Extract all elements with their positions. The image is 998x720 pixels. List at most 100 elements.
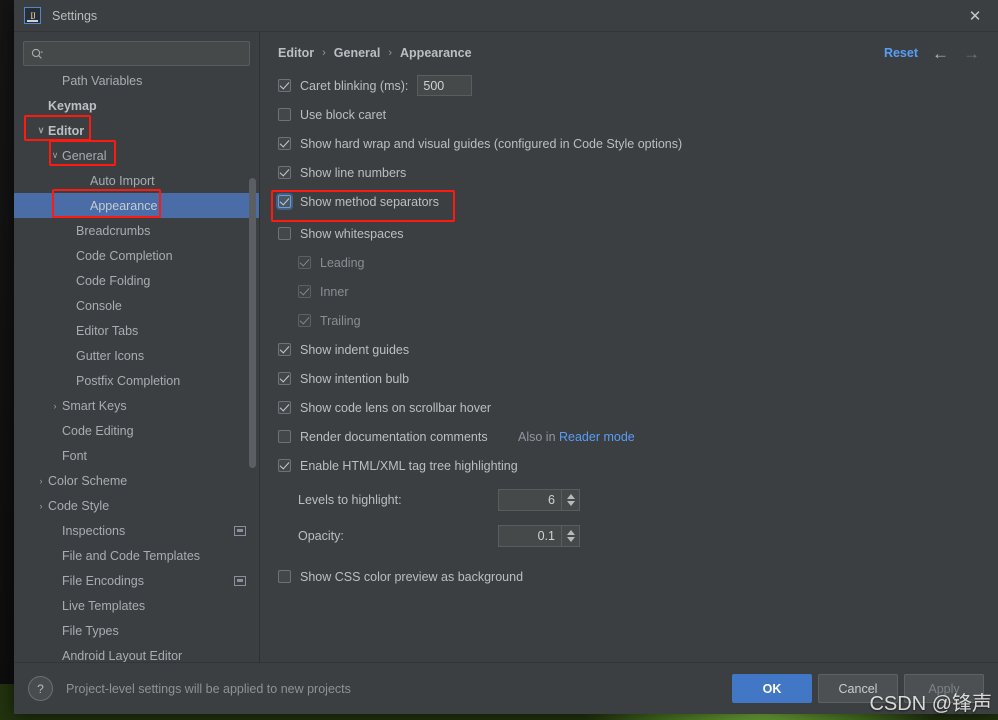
dialog-title: Settings	[52, 8, 98, 23]
settings-tree-scroll: Path Variables Keymap ∨ Editor ∨ General Auto …	[14, 68, 259, 662]
stepper-up-icon[interactable]	[566, 494, 575, 499]
question-mark-icon[interactable]: ?	[28, 676, 53, 701]
levels-to-highlight-spinner[interactable]	[498, 489, 580, 511]
sidebar-item-smart-keys[interactable]: › Smart Keys	[14, 393, 259, 418]
sidebar-item-label: Code Style	[48, 498, 110, 513]
option-row-show-line-numbers: Show line numbers	[278, 161, 980, 184]
ok-button[interactable]: OK	[732, 674, 812, 703]
sidebar-item-code-folding[interactable]: Code Folding	[14, 268, 259, 293]
stepper-up-icon[interactable]	[566, 530, 575, 535]
cancel-button[interactable]: Cancel	[818, 674, 898, 703]
sidebar-item-auto-import[interactable]: Auto Import	[14, 168, 259, 193]
checkbox-show-indent-guides[interactable]	[278, 343, 291, 356]
search-input[interactable]	[43, 45, 243, 62]
option-label-enable-tag-tree-highlighting: Enable HTML/XML tag tree highlighting	[300, 458, 518, 473]
search-box[interactable]	[23, 41, 250, 66]
chevron-right-icon[interactable]: ›	[34, 501, 48, 511]
chevron-right-icon[interactable]: ›	[48, 401, 62, 411]
sidebar-item-label: Breadcrumbs	[76, 223, 151, 238]
reset-button[interactable]: Reset	[884, 46, 918, 60]
option-row-trailing: Trailing	[278, 309, 980, 332]
breadcrumb-separator: ›	[388, 47, 393, 59]
sidebar-scrollbar[interactable]	[249, 178, 256, 468]
checkbox-render-doc-comments[interactable]	[278, 430, 291, 443]
sidebar-item-postfix-completion[interactable]: Postfix Completion	[14, 368, 259, 393]
sidebar-item-inspections[interactable]: Inspections	[14, 518, 259, 543]
sidebar-item-breadcrumbs[interactable]: Breadcrumbs	[14, 218, 259, 243]
desktop-left-edge	[0, 0, 14, 720]
sidebar-item-keymap[interactable]: Keymap	[14, 93, 259, 118]
spinner-row-levels-to-highlight: Levels to highlight:	[278, 487, 980, 513]
sidebar-item-console[interactable]: Console	[14, 293, 259, 318]
sidebar-item-code-completion[interactable]: Code Completion	[14, 243, 259, 268]
levels-to-highlight-stepper[interactable]	[561, 490, 579, 510]
option-label-leading: Leading	[320, 255, 365, 270]
sidebar-item-editor-tabs[interactable]: Editor Tabs	[14, 318, 259, 343]
sidebar-item-file-and-code-templates[interactable]: File and Code Templates	[14, 543, 259, 568]
sidebar-item-label: Keymap	[48, 98, 97, 113]
chevron-down-icon[interactable]: ∨	[34, 125, 48, 136]
arrow-left-icon[interactable]: ←	[932, 45, 949, 62]
checkbox-show-line-numbers[interactable]	[278, 166, 291, 179]
sidebar-item-label: Smart Keys	[62, 398, 127, 413]
sidebar-item-label: Gutter Icons	[76, 348, 145, 363]
sidebar-item-code-editing[interactable]: Code Editing	[14, 418, 259, 443]
breadcrumb-separator: ›	[322, 47, 326, 59]
sidebar-item-editor[interactable]: ∨ Editor	[14, 118, 259, 143]
sidebar-item-font[interactable]: Font	[14, 443, 259, 468]
levels-to-highlight-input[interactable]	[499, 490, 561, 510]
sidebar-item-label: Auto Import	[90, 173, 155, 188]
sidebar-item-label: Code Editing	[62, 423, 134, 438]
settings-content-pane: Editor › General › Appearance Reset ← → …	[260, 32, 998, 662]
sidebar-item-gutter-icons[interactable]: Gutter Icons	[14, 343, 259, 368]
caret-blinking-input[interactable]	[417, 75, 473, 96]
close-icon[interactable]: ✕	[952, 0, 998, 31]
sidebar-item-path-variables[interactable]: Path Variables	[14, 68, 259, 93]
checkbox-show-css-color-preview[interactable]	[278, 570, 291, 583]
checkbox-show-code-lens[interactable]	[278, 401, 291, 414]
sidebar-item-file-encodings[interactable]: File Encodings	[14, 568, 259, 593]
option-label-trailing: Trailing	[320, 313, 361, 328]
sidebar-item-appearance[interactable]: Appearance	[14, 193, 259, 218]
chevron-down-icon[interactable]: ∨	[48, 150, 62, 161]
sidebar-item-code-style[interactable]: › Code Style	[14, 493, 259, 518]
opacity-spinner[interactable]	[498, 525, 580, 547]
option-row-inner: Inner	[278, 280, 980, 303]
option-label-show-whitespaces: Show whitespaces	[300, 226, 404, 241]
checkbox-use-block-caret[interactable]	[278, 108, 291, 121]
reader-mode-link[interactable]: Reader mode	[559, 430, 635, 444]
checkbox-caret-blinking[interactable]	[278, 79, 291, 92]
sidebar-item-color-scheme[interactable]: › Color Scheme	[14, 468, 259, 493]
sidebar-item-live-templates[interactable]: Live Templates	[14, 593, 259, 618]
checkbox-show-hard-wrap[interactable]	[278, 137, 291, 150]
dialog-titlebar: IJ Settings ✕	[14, 0, 998, 31]
opacity-stepper[interactable]	[561, 526, 579, 546]
option-label-caret-blinking: Caret blinking (ms):	[300, 78, 409, 93]
option-label-render-doc-comments: Render documentation comments	[300, 429, 488, 444]
checkbox-show-method-separators[interactable]	[278, 195, 291, 208]
sidebar-item-general[interactable]: ∨ General	[14, 143, 259, 168]
stepper-down-icon[interactable]	[566, 501, 575, 506]
dialog-body: Path Variables Keymap ∨ Editor ∨ General Auto …	[14, 31, 998, 662]
checkbox-show-whitespaces[interactable]	[278, 227, 291, 240]
option-label-show-css-color-preview: Show CSS color preview as background	[300, 569, 524, 584]
settings-dialog: IJ Settings ✕ Path Variables Keymap ∨ Ed…	[14, 0, 998, 714]
sidebar-item-label: File Encodings	[62, 573, 144, 588]
stepper-down-icon[interactable]	[566, 537, 575, 542]
project-level-badge-icon	[234, 575, 246, 586]
sidebar-item-android-layout-editor[interactable]: Android Layout Editor	[14, 643, 259, 663]
project-level-badge-icon	[234, 525, 246, 536]
chevron-right-icon[interactable]: ›	[34, 476, 48, 486]
reader-mode-hint-prefix: Also in	[518, 429, 559, 444]
sidebar-item-file-types[interactable]: File Types	[14, 618, 259, 643]
option-row-enable-tag-tree-highlighting: Enable HTML/XML tag tree highlighting	[278, 454, 980, 477]
checkbox-enable-tag-tree-highlighting[interactable]	[278, 459, 291, 472]
search-container	[14, 32, 259, 68]
option-label-inner: Inner	[320, 284, 349, 299]
opacity-input[interactable]	[499, 526, 561, 546]
breadcrumb-item-editor[interactable]: Editor	[278, 46, 314, 60]
breadcrumb-item-general[interactable]: General	[334, 46, 381, 60]
checkbox-show-intention-bulb[interactable]	[278, 372, 291, 385]
footer-note: Project-level settings will be applied t…	[66, 681, 351, 696]
checkbox-leading	[298, 256, 311, 269]
